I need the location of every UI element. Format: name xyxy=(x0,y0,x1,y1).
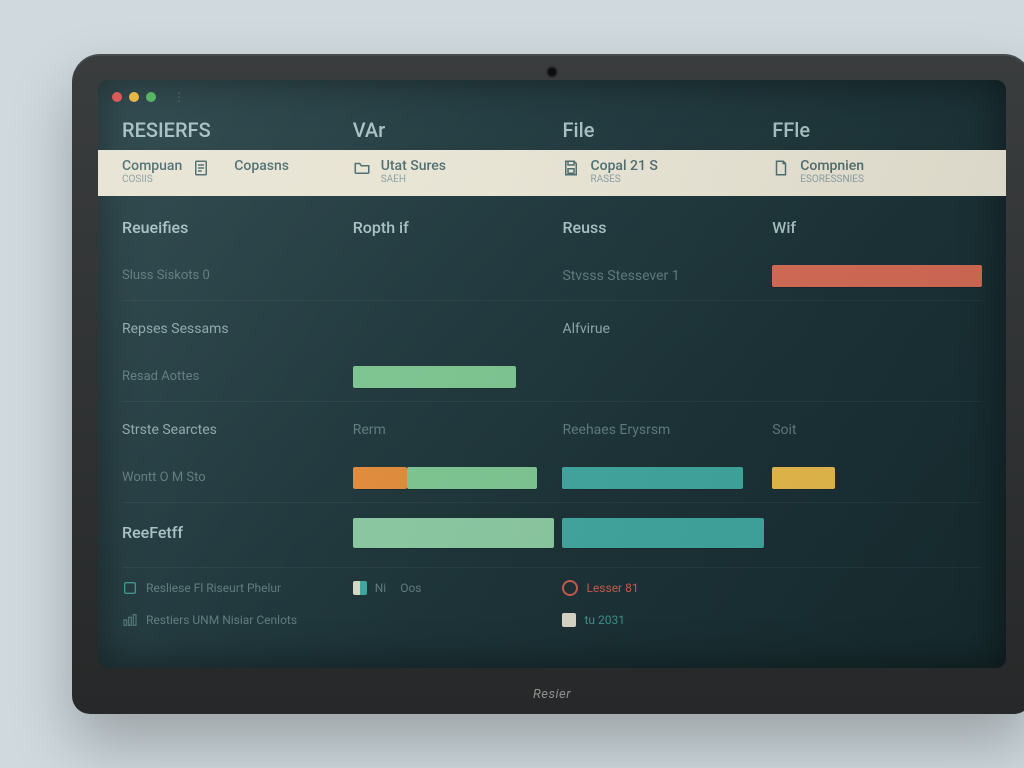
laptop-frame: Resier ⋮ RESIERFS VAr File FFle Comp xyxy=(72,54,1024,714)
folder-icon xyxy=(353,159,371,177)
section-strste: Strste Searctes Rerm Reehaes Erysrsm Soi… xyxy=(98,406,1006,454)
toolbar-item-1[interactable]: Compuan COSIIS Copasns xyxy=(122,158,353,186)
toolbar-label: Utat Sures xyxy=(381,158,446,174)
square-teal-icon xyxy=(122,580,138,596)
legend-label: Restiers UNM Nisiar Cenlots xyxy=(146,613,297,627)
window-chrome: ⋮ xyxy=(98,80,1006,112)
section-reefetff: ReeFetff xyxy=(98,509,1006,557)
cell-stvsss: Stvsss Stessever 1 xyxy=(562,268,772,284)
camera-dot xyxy=(548,68,556,76)
doc-icon xyxy=(192,159,210,177)
cell-soit: Soit xyxy=(772,422,982,438)
section-right-3: Wif xyxy=(772,218,982,237)
page-icon xyxy=(772,159,790,177)
bar-teal xyxy=(562,467,772,489)
cell-rerm: Rerm xyxy=(353,422,563,438)
laptop-brand: Resier xyxy=(533,687,571,702)
window-menu-icon: ⋮ xyxy=(173,90,185,104)
toolbar-label: Copal 21 S xyxy=(590,158,657,174)
bar-yellow xyxy=(772,467,982,489)
green-bar xyxy=(353,366,517,388)
col-header-3[interactable]: File xyxy=(562,118,772,142)
legend-item-tu2031[interactable]: tu 2031 xyxy=(562,613,772,627)
minimize-window-button[interactable] xyxy=(129,92,139,102)
close-window-button[interactable] xyxy=(112,92,122,102)
legend-item-resliese[interactable]: Resliese Fl Riseurt Phelur xyxy=(122,580,353,596)
legend-item-lesser[interactable]: Lesser 81 xyxy=(562,580,772,596)
bar-group-1 xyxy=(353,467,563,489)
legend-label-left: Ni xyxy=(375,581,386,595)
divider xyxy=(122,502,982,503)
legend-label: tu 2031 xyxy=(584,613,625,627)
divider xyxy=(122,567,982,568)
split-swatch-icon xyxy=(353,581,367,595)
save-icon xyxy=(562,159,580,177)
maximize-window-button[interactable] xyxy=(146,92,156,102)
section-right-1: Ropth if xyxy=(353,218,563,237)
legend-label: Lesser 81 xyxy=(586,581,638,595)
row-slusssiskots[interactable]: Sluss Siskots 0 Stvsss Stessever 1 xyxy=(98,252,1006,300)
row-label: Wontt O M Sto xyxy=(122,470,353,485)
toolbar-sublabel: RASES xyxy=(590,174,657,186)
ring-red-icon xyxy=(562,580,578,596)
toolbar-label: Compuan xyxy=(122,158,182,174)
section-right-2: Reuss xyxy=(562,218,772,237)
toolbar-sublabel: ESORESSNIES xyxy=(800,174,864,186)
section-title: ReeFetff xyxy=(122,523,353,542)
toolbar-sublabel: SAEH xyxy=(381,174,446,186)
divider xyxy=(122,300,982,301)
cell-reehaes: Reehaes Erysrsm xyxy=(562,422,772,438)
square-cream-icon xyxy=(562,613,576,627)
row-label: Resad Aottes xyxy=(122,369,353,384)
toolbar-label: Compnien xyxy=(800,158,864,174)
section-title: Strste Searctes xyxy=(122,422,353,438)
toolbar-item-4[interactable]: Compnien ESORESSNIES xyxy=(772,158,982,186)
column-headers: RESIERFS VAr File FFle xyxy=(98,112,1006,146)
row-label: Sluss Siskots 0 xyxy=(122,268,353,283)
legend-label-right: Oos xyxy=(400,581,421,595)
green-bar-large xyxy=(353,518,554,548)
app-screen: ⋮ RESIERFS VAr File FFle Compuan COSIIS … xyxy=(98,80,1006,668)
legend-row-2: Restiers UNM Nisiar Cenlots tu 2031 xyxy=(98,608,1006,640)
legend-label: Resliese Fl Riseurt Phelur xyxy=(146,581,281,595)
toolbar-extra-label: Copasns xyxy=(234,158,289,174)
divider xyxy=(122,401,982,402)
toolbar-sublabel: COSIIS xyxy=(122,174,182,186)
legend-item-nioos[interactable]: Ni Oos xyxy=(353,581,563,595)
chart-icon xyxy=(122,612,138,628)
legend-item-restiers[interactable]: Restiers UNM Nisiar Cenlots xyxy=(122,612,353,628)
section-repses: Repses Sessams Alfvirue xyxy=(98,305,1006,353)
toolbar-row: Compuan COSIIS Copasns Utat Sures SAEH xyxy=(98,150,1006,196)
cell-alfvirue: Alfvirue xyxy=(562,321,772,337)
col-header-2[interactable]: VAr xyxy=(353,118,563,142)
section-title: Repses Sessams xyxy=(122,321,353,337)
section-reueifies: Reueifies Ropth if Reuss Wif xyxy=(98,204,1006,252)
toolbar-item-2[interactable]: Utat Sures SAEH xyxy=(353,158,563,186)
teal-bar-large xyxy=(562,518,763,548)
red-bar xyxy=(772,265,982,287)
section-title: Reueifies xyxy=(122,218,353,237)
row-wontt[interactable]: Wontt O M Sto xyxy=(98,454,1006,502)
col-header-1[interactable]: RESIERFS xyxy=(122,118,353,142)
legend-row-1: Resliese Fl Riseurt Phelur Ni Oos Lesser… xyxy=(98,576,1006,608)
toolbar-item-3[interactable]: Copal 21 S RASES xyxy=(562,158,772,186)
col-header-4[interactable]: FFle xyxy=(772,118,982,142)
row-resadaottes[interactable]: Resad Aottes xyxy=(98,353,1006,401)
